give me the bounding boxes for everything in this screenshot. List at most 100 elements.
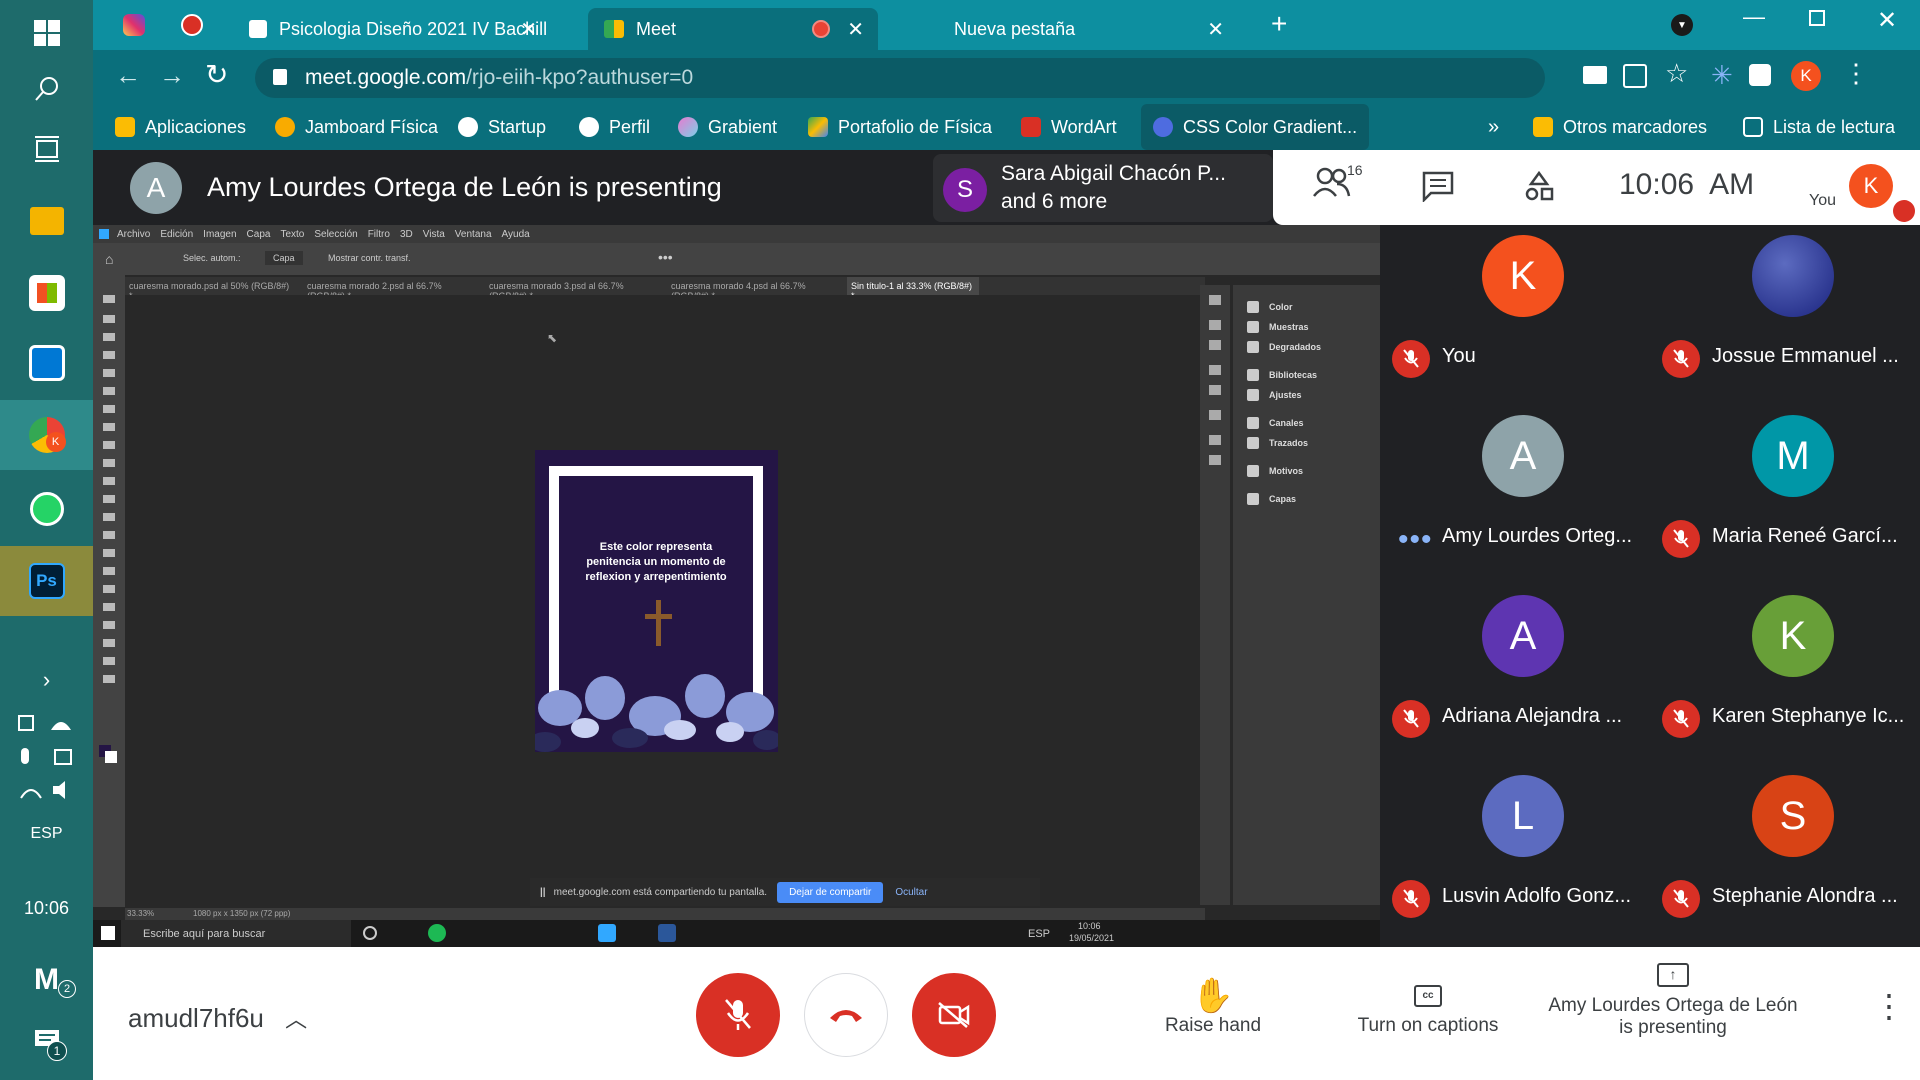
bookmark-jamboard[interactable]: Jamboard Física [275,104,438,150]
whatsapp-icon[interactable] [0,476,93,542]
tab-new[interactable]: Nueva pestaña ✕ [938,8,1238,50]
more-options-icon[interactable]: ⋮ [1873,987,1905,1025]
auto-select-checkbox[interactable]: Selec. autom.: [183,253,241,263]
self-avatar[interactable]: K [1849,164,1893,208]
tab-search-icon[interactable]: ▼ [1671,14,1693,36]
ps-menu-item[interactable]: Archivo [117,229,150,240]
bookmark-css-gradient[interactable]: CSS Color Gradient... [1141,104,1370,150]
active-speakers[interactable]: S Sara Abigail Chacón P... and 6 more [933,154,1273,222]
reload-icon[interactable]: ↻ [205,58,228,91]
bookmark-grabient[interactable]: Grabient [678,104,777,150]
cortana-icon[interactable] [363,926,377,940]
forward-icon[interactable]: → [159,60,185,91]
translate-icon[interactable] [1623,64,1647,88]
ps-menu-item[interactable]: Ayuda [502,229,530,240]
camera-icon[interactable] [1583,66,1607,84]
participant-tile[interactable]: K Karen Stephanye Ic... [1650,585,1920,765]
profile-avatar[interactable]: K [1791,61,1821,91]
photoshop-taskbar-icon[interactable]: Ps [0,546,93,616]
hide-button[interactable]: Ocultar [895,887,927,898]
activities-icon[interactable] [1523,170,1555,207]
participant-tile[interactable]: Jossue Emmanuel ... [1650,225,1920,405]
puzzle-icon[interactable] [1749,64,1771,86]
ps-menu-item[interactable]: Vista [423,229,445,240]
more-options-icon[interactable]: ••• [658,249,673,265]
ps-menu-item[interactable]: Capa [247,229,271,240]
ps-doc-tab[interactable]: cuaresma morado 3.psd al 66.7% (RGB/8#) … [485,277,661,301]
ps-panel-ajustes[interactable]: Ajustes [1247,385,1302,405]
transform-checkbox[interactable]: Mostrar contr. transf. [328,253,411,263]
ps-panel-bibliotecas[interactable]: Bibliotecas [1247,365,1317,385]
ps-panel-motivos[interactable]: Motivos [1247,461,1303,481]
ps-menu-item[interactable]: Ventana [455,229,492,240]
ps-panel-muestras[interactable]: Muestras [1247,317,1309,337]
participant-tile[interactable]: A ••• Amy Lourdes Orteg... [1380,405,1650,585]
participant-tile[interactable]: S Stephanie Alondra ... [1650,765,1920,945]
ps-doc-tab[interactable]: cuaresma morado 2.psd al 66.7% (RGB/8#) … [303,277,479,301]
chat-icon[interactable] [1421,170,1455,207]
ps-menu-item[interactable]: Texto [280,229,304,240]
search-icon[interactable] [0,56,93,122]
ps-doc-tab[interactable]: cuaresma morado.psd al 50% (RGB/8#) * [125,277,295,301]
chrome-taskbar-icon[interactable]: K [0,400,93,470]
home-icon[interactable]: ⌂ [105,251,113,267]
bookmark-perfil[interactable]: Perfil [579,104,650,150]
participant-tile[interactable]: M Maria Reneé Garcí... [1650,405,1920,585]
spotify-icon[interactable] [428,924,446,942]
layer-select[interactable]: Capa [265,251,303,265]
bookmark-wordart[interactable]: WordArt [1021,104,1117,150]
taskbar-clock[interactable]: 10:06 [0,888,93,928]
menu-icon[interactable]: ⋮ [1843,58,1869,89]
ps-menu-item[interactable]: Selección [314,229,357,240]
windows-start-icon[interactable] [101,926,115,940]
ps-panel-capas[interactable]: Capas [1247,489,1296,509]
app-icon[interactable] [0,330,93,396]
bookmark-aplicaciones[interactable]: Aplicaciones [115,104,246,150]
ps-menu-item[interactable]: 3D [400,229,413,240]
more-bookmarks-button[interactable]: » [1488,104,1499,150]
windows-search-box[interactable]: Escribe aquí para buscar [121,920,351,947]
ps-canvas-area[interactable]: Este color representa penitencia un mome… [125,295,1205,897]
new-tab-button[interactable]: + [1271,8,1287,40]
tray-network-volume-icon[interactable] [0,772,93,808]
meeting-details-button[interactable]: amudl7hf6u ︿ [128,1002,307,1034]
instagram-tab-icon[interactable] [123,14,145,36]
file-explorer-icon[interactable] [0,188,93,254]
participant-tile[interactable]: L Lusvin Adolfo Gonz... [1380,765,1650,945]
bookmark-otros[interactable]: Otros marcadores [1533,104,1707,150]
task-view-icon[interactable] [0,116,93,182]
ps-panel-trazados[interactable]: Trazados [1247,433,1308,453]
bookmark-portafolio[interactable]: Portafolio de Física [808,104,992,150]
ps-menu-item[interactable]: Imagen [203,229,236,240]
ps-panel-canales[interactable]: Canales [1247,413,1304,433]
restore-button[interactable] [1809,10,1825,26]
tab-psicologia[interactable]: Psicologia Diseño 2021 IV Bachill ✕ [233,8,551,50]
participant-tile[interactable]: A Adriana Alejandra ... [1380,585,1650,765]
url-input[interactable]: meet.google.com /rjo-eiih-kpo?authuser=0 [255,58,1545,98]
presenting-button[interactable]: ↑ Amy Lourdes Ortega de León is presenti… [1533,963,1813,1039]
reading-list-button[interactable]: Lista de lectura [1743,104,1895,150]
raise-hand-button[interactable]: ✋ Raise hand [1143,977,1283,1037]
mail-icon[interactable]: M 2 [0,955,93,1005]
win-language[interactable]: ESP [1028,928,1050,940]
people-icon[interactable]: 16 [1313,162,1363,205]
store-icon[interactable] [0,260,93,326]
bookmark-startup[interactable]: Startup [458,104,546,150]
tab-meet[interactable]: Meet ✕ [588,8,878,50]
microphone-toggle-button[interactable] [696,973,780,1057]
participant-tile[interactable]: K You [1380,225,1650,405]
tray-mic-icon[interactable] [0,740,93,776]
back-icon[interactable]: ← [115,60,141,91]
ps-panel-color[interactable]: Color [1247,297,1293,317]
ps-doc-tab[interactable]: cuaresma morado 4.psd al 66.7% (RGB/8#) … [667,277,843,301]
leave-call-button[interactable] [804,973,888,1057]
extension-icon[interactable]: ✳ [1711,60,1733,91]
captions-button[interactable]: cc Turn on captions [1338,977,1518,1037]
language-indicator[interactable]: ESP [0,816,93,852]
ps-doc-tab-active[interactable]: Sin título-1 al 33.3% (RGB/8#) * [847,277,979,301]
notification-icon[interactable]: 1 [0,1015,93,1065]
word-icon[interactable] [658,924,676,942]
star-icon[interactable]: ☆ [1665,58,1688,89]
minimize-button[interactable]: — [1743,4,1765,30]
ps-menu-item[interactable]: Filtro [368,229,390,240]
